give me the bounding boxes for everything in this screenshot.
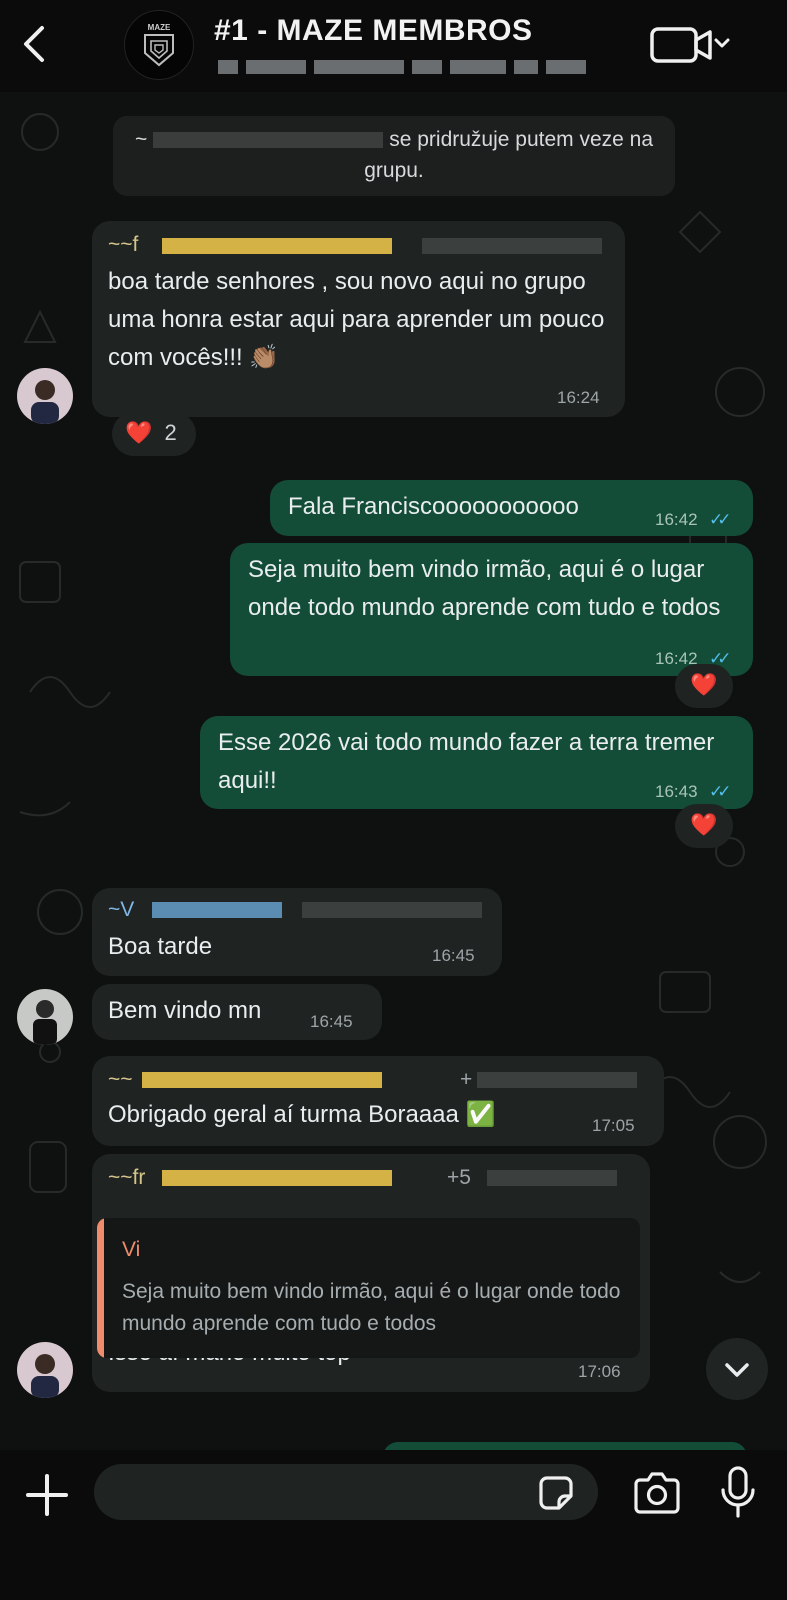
redacted-phone [422,238,602,254]
sender-avatar[interactable] [17,989,73,1045]
message-text: boa tarde senhores , sou novo aqui no gr… [108,268,605,371]
read-receipt-icon: ✓✓ [709,510,731,529]
redacted-phone [487,1170,617,1186]
redacted-phone [302,902,482,918]
sender-avatar[interactable] [17,1342,73,1398]
chat-header: MAZE #1 - MAZE MEMBROS [0,0,787,92]
sender-phone-prefix: +5 [447,1166,471,1189]
message-bubble-outgoing[interactable]: Seja muito bem vindo irmão, aqui é o lug… [230,543,753,676]
heart-reaction-icon: ❤️ [690,812,718,837]
sender-avatar[interactable] [17,368,73,424]
message-text: Obrigado geral aí turma Boraaaa ✅ [108,1101,496,1128]
message-bubble-outgoing[interactable]: Esse 2026 vai todo mundo fazer a terra t… [200,716,753,809]
heart-reaction-icon: ❤️ [125,420,153,445]
sender-name[interactable]: ~~f [108,233,138,257]
message-composer [0,1450,787,1600]
reaction-count: 2 [164,420,177,445]
scroll-to-bottom-button[interactable] [706,1338,768,1400]
message-time: 16:24 [557,388,600,407]
chat-messages-area[interactable]: ~ se pridružuje putem veze na grupu. ~~f … [0,92,787,1450]
message-time: 17:06 [578,1362,621,1381]
quote-text: Seja muito bem vindo irmão, aqui é o lug… [122,1280,621,1335]
chevron-left-icon[interactable] [14,22,58,66]
read-receipt-icon: ✓✓ [709,782,731,801]
redacted-name [162,1170,392,1186]
maze-logo: MAZE [144,23,174,67]
message-bubble-outgoing-partial[interactable] [383,1442,747,1450]
video-call-icon[interactable] [650,22,732,68]
group-members-subtitle[interactable] [214,55,624,78]
quote-accent-bar [97,1218,104,1358]
sticker-icon[interactable] [535,1472,577,1514]
redacted-phone [477,1072,637,1088]
message-bubble-incoming[interactable]: ~V Boa tarde 16:45 [92,888,502,976]
group-title[interactable]: #1 - MAZE MEMBROS [214,14,533,48]
message-time: 16:42 [655,510,698,529]
group-avatar[interactable]: MAZE [124,10,194,80]
message-text: Fala Franciscooooooooooo [288,493,579,520]
message-time: 16:43 [655,782,698,801]
message-bubble-incoming[interactable]: Bem vindo mn 16:45 [92,984,382,1040]
microphone-icon[interactable] [718,1464,758,1520]
chevron-down-icon [714,38,730,48]
heart-reaction-icon: ❤️ [690,672,718,697]
message-bubble-outgoing[interactable]: Fala Franciscooooooooooo 16:42 ✓✓ [270,480,753,536]
redacted-name [142,1072,382,1088]
message-bubble-incoming[interactable]: ~~ + Obrigado geral aí turma Boraaaa ✅ 1… [92,1056,664,1146]
quoted-message[interactable]: Vi Seja muito bem vindo irmão, aqui é o … [97,1218,640,1358]
message-reaction[interactable]: ❤️ 2 [112,412,196,456]
message-bubble-incoming[interactable]: ~~f boa tarde senhores , sou novo aqui n… [92,221,625,417]
quote-author: Vi [122,1238,141,1261]
sender-name[interactable]: ~~ [108,1068,133,1092]
message-time: 16:45 [310,1012,353,1031]
message-text: Bem vindo mn [108,997,262,1024]
maze-logo-text: MAZE [148,23,171,32]
plus-icon[interactable] [24,1472,70,1518]
redacted-name [162,238,392,254]
camera-icon[interactable] [632,1470,682,1516]
sender-phone-prefix: + [460,1068,473,1091]
chevron-down-icon [725,1363,749,1377]
system-join-message: ~ se pridružuje putem veze na grupu. [113,116,675,196]
message-reaction[interactable]: ❤️ [675,804,733,848]
message-reaction[interactable]: ❤️ [675,664,733,708]
message-time: 16:45 [432,946,475,965]
message-text: Seja muito bem vindo irmão, aqui é o lug… [248,556,721,621]
message-text: Boa tarde [108,933,213,960]
sender-name[interactable]: ~V [108,898,134,922]
redacted-name [152,902,282,918]
message-input[interactable] [94,1464,598,1520]
message-time: 17:05 [592,1116,635,1135]
sender-name[interactable]: ~~fr [108,1166,145,1190]
